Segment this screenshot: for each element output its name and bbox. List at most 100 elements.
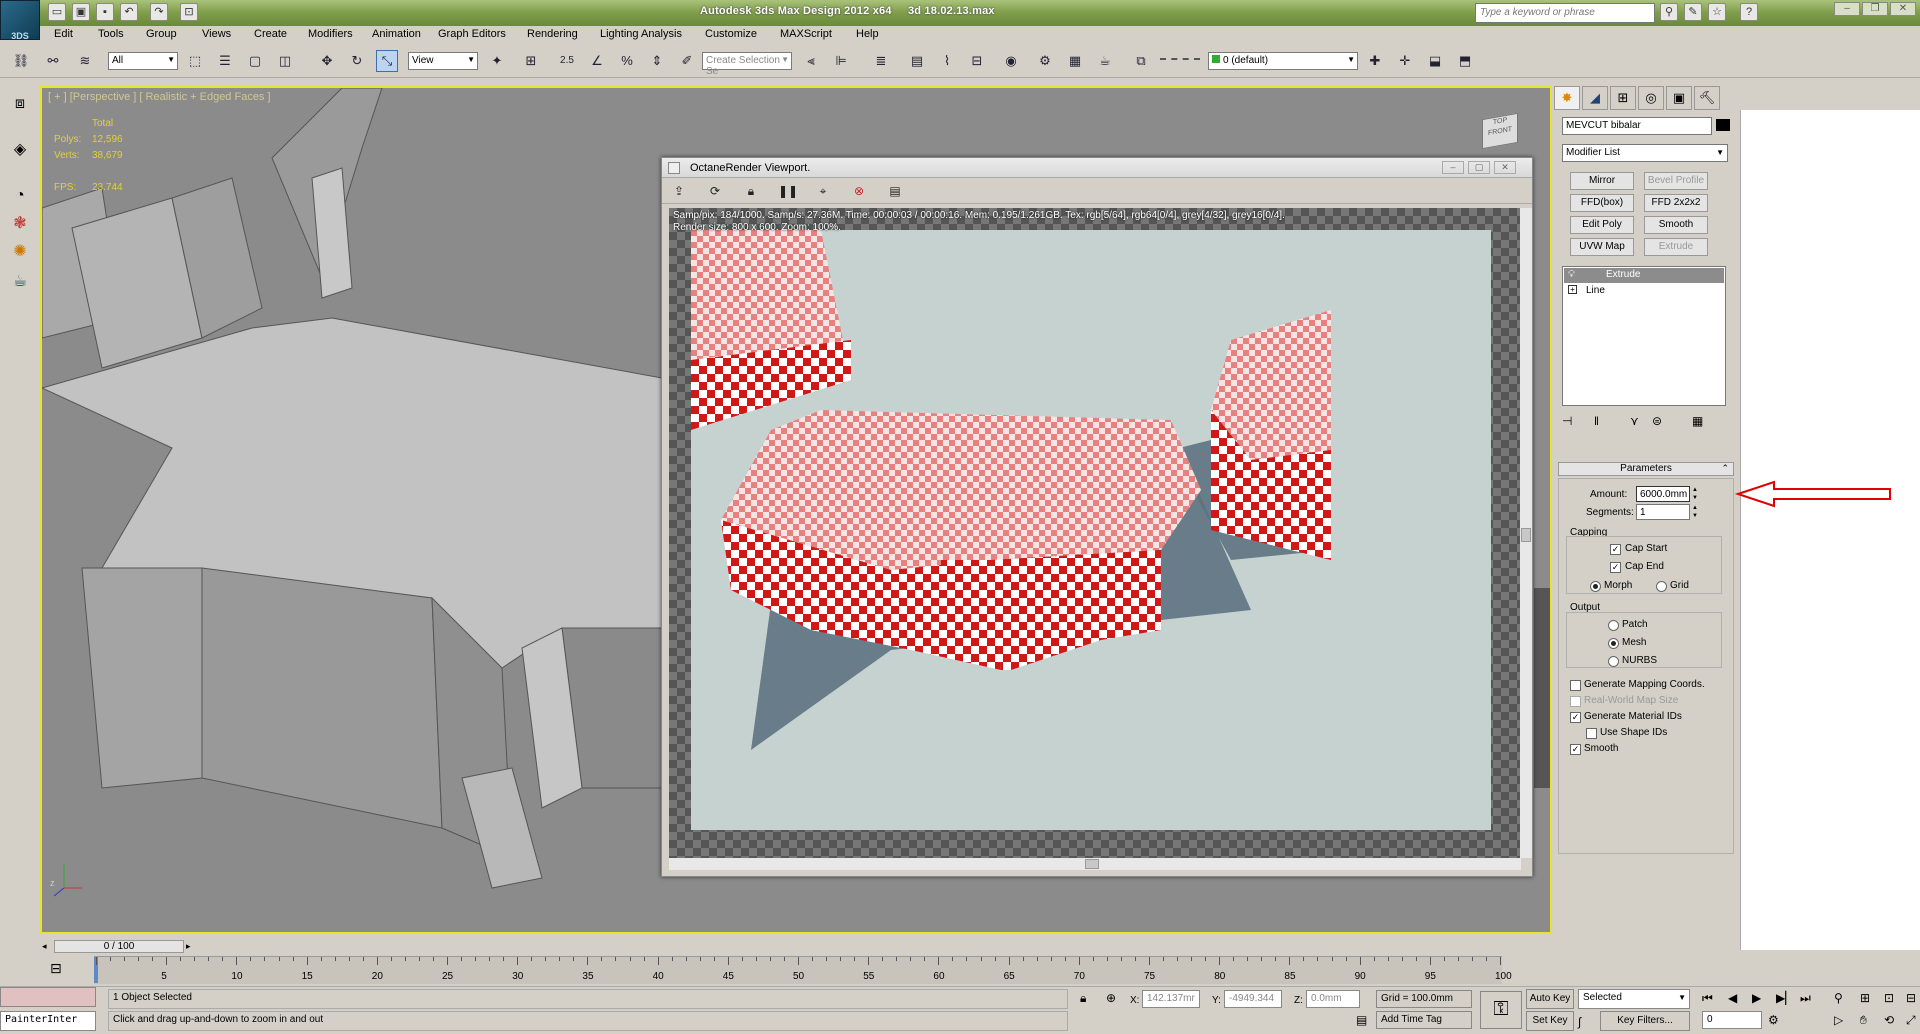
menu-tools[interactable]: Tools	[98, 28, 124, 40]
hierarchy-tab-icon[interactable]: ⊞	[1610, 86, 1636, 110]
unlink-icon[interactable]: ⚯	[42, 50, 64, 72]
bind-spacewarp-icon[interactable]: ≋	[74, 50, 96, 72]
rendered-frame-window-icon[interactable]: ▦	[1064, 50, 1086, 72]
octane-stop-icon[interactable]: ⊗	[850, 182, 868, 200]
modifier-button-mirror[interactable]: Mirror	[1570, 172, 1634, 190]
modifier-list-dropdown[interactable]: Modifier List ▼	[1562, 144, 1728, 162]
configure-modifier-sets-icon[interactable]: ▦	[1692, 414, 1703, 428]
help-icon[interactable]: ?	[1740, 3, 1758, 21]
menu-graph-editors[interactable]: Graph Editors	[438, 28, 506, 40]
time-next-arrow[interactable]: ▸	[186, 941, 191, 952]
octane-close-button[interactable]: ✕	[1494, 161, 1516, 174]
selection-lock-icon[interactable]: 🔒︎	[1080, 991, 1086, 1006]
octane-maximize-button[interactable]: ▢	[1468, 161, 1490, 174]
current-layer-dropdown[interactable]: 0 (default) ▼	[1208, 52, 1358, 70]
restore-window-button[interactable]: ❐	[1862, 2, 1888, 16]
octane-lock-icon[interactable]: 🔒︎	[742, 182, 760, 200]
next-frame-icon[interactable]: ▶▏	[1776, 991, 1794, 1005]
maximize-viewport-icon[interactable]: ⤢	[1906, 1013, 1916, 1028]
mesh-radio[interactable]	[1608, 638, 1619, 649]
pin-stack-icon[interactable]: ⊣	[1562, 414, 1572, 428]
project-folder-icon[interactable]: ⊡	[180, 3, 198, 21]
generate-mapping-checkbox[interactable]	[1570, 680, 1581, 691]
use-shape-ids-checkbox[interactable]	[1586, 728, 1597, 739]
zoom-icon[interactable]: ⚲	[1834, 991, 1843, 1005]
set-current-layer-icon[interactable]: ⬒	[1454, 50, 1476, 72]
modify-tab-icon[interactable]: ◢	[1582, 86, 1608, 110]
named-selection-set-dropdown[interactable]: Create Selection Se ▼	[702, 52, 792, 77]
rotate-icon[interactable]: ↻	[346, 50, 368, 72]
amount-input[interactable]: 6000.0mm	[1636, 486, 1690, 502]
scale-icon[interactable]: ⤡	[376, 50, 398, 72]
menu-animation[interactable]: Animation	[372, 28, 421, 40]
particles-icon[interactable]: ❃	[8, 212, 32, 236]
grid-radio[interactable]	[1656, 581, 1667, 592]
zoom-extents-all-icon[interactable]: ⊟	[1906, 991, 1916, 1005]
modifier-button-ffd-2x2x2[interactable]: FFD 2x2x2	[1644, 194, 1708, 212]
save-icon[interactable]: ▪	[96, 3, 114, 21]
favorites-star-icon[interactable]: ☆	[1708, 3, 1726, 21]
teapot-icon[interactable]: ☕	[8, 270, 32, 294]
material-editor-icon[interactable]: ◉	[1000, 50, 1022, 72]
modifier-stack[interactable]: 💡︎ Extrude + Line	[1562, 266, 1726, 406]
show-end-result-icon[interactable]: ‖	[1594, 414, 1599, 428]
nurbs-container-icon[interactable]: ⧈	[8, 92, 32, 116]
time-tag-icon[interactable]: ▤	[1356, 1013, 1367, 1027]
modifier-button-edit-poly[interactable]: Edit Poly	[1570, 216, 1634, 234]
menu-views[interactable]: Views	[202, 28, 231, 40]
make-unique-icon[interactable]: ⋎	[1630, 414, 1639, 428]
stack-item-extrude[interactable]: 💡︎ Extrude	[1564, 268, 1724, 283]
menu-create[interactable]: Create	[254, 28, 287, 40]
octane-horizontal-scrollbar[interactable]	[669, 858, 1521, 870]
graphite-ribbon-icon[interactable]: ▤	[906, 50, 928, 72]
octane-vertical-scrollbar[interactable]	[1520, 208, 1532, 858]
close-window-button[interactable]: ✕	[1890, 2, 1916, 16]
percent-snap-icon[interactable]: %	[616, 50, 638, 72]
cap-start-checkbox[interactable]: ✓	[1610, 544, 1621, 555]
time-configuration-icon[interactable]: ⚙	[1768, 1013, 1779, 1027]
effects-icon[interactable]: ✺	[8, 240, 32, 264]
morph-radio[interactable]	[1590, 581, 1601, 592]
y-coord-field[interactable]: -4949.344	[1224, 990, 1282, 1008]
schematic-view-icon[interactable]: ⊟	[966, 50, 988, 72]
mini-curve-editor-icon[interactable]: ⊟	[50, 960, 62, 977]
menu-maxscript[interactable]: MAXScript	[780, 28, 832, 40]
layers-toolbar-icon[interactable]: ⧉	[1130, 50, 1152, 72]
track-bar[interactable]: 5 10 15 20 25 30 35 40 45 50 55 60 65 70 75 80 85 90 95 100	[94, 956, 1512, 984]
time-slider[interactable]: ◂ 0 / 100 ▸	[40, 940, 1552, 954]
octane-settings-icon[interactable]: ▤	[886, 182, 904, 200]
octane-vscroll-thumb[interactable]	[1521, 528, 1531, 542]
angle-snap-icon[interactable]: ∠	[586, 50, 608, 72]
new-file-icon[interactable]: ▭	[48, 3, 66, 21]
amount-spinner[interactable]: ▲ ▼	[1692, 486, 1700, 502]
maxscript-mini-input[interactable]: PainterInter	[0, 1011, 96, 1031]
nurbs-radio[interactable]	[1608, 656, 1619, 667]
select-by-name-icon[interactable]: ☰	[214, 50, 236, 72]
octane-send-scene-icon[interactable]: ⇪	[670, 182, 688, 200]
absolute-mode-icon[interactable]: ⊕	[1106, 991, 1116, 1005]
previous-frame-icon[interactable]: ◀	[1728, 991, 1737, 1005]
octane-title-bar[interactable]: OctaneRender Viewport. – ▢ ✕	[662, 158, 1532, 178]
display-tab-icon[interactable]: ▣	[1666, 86, 1692, 110]
menu-help[interactable]: Help	[856, 28, 879, 40]
add-time-tag-button[interactable]: Add Time Tag	[1376, 1011, 1472, 1029]
field-of-view-icon[interactable]: ▷	[1834, 1013, 1843, 1027]
octane-minimize-button[interactable]: –	[1442, 161, 1464, 174]
play-icon[interactable]: ▶	[1752, 991, 1761, 1005]
modifier-button-extrude[interactable]: Extrude	[1644, 238, 1708, 256]
remove-modifier-icon[interactable]: ⊜	[1652, 414, 1662, 428]
menu-customize[interactable]: Customize	[705, 28, 757, 40]
curve-editor-icon[interactable]: ⌇	[936, 50, 958, 72]
key-filters-button[interactable]: Key Filters...	[1600, 1011, 1690, 1031]
menu-lighting-analysis[interactable]: Lighting Analysis	[600, 28, 682, 40]
mirror-icon[interactable]: ⫷	[800, 50, 822, 72]
real-world-checkbox[interactable]	[1570, 696, 1581, 707]
create-layer-icon[interactable]: ✛	[1394, 50, 1416, 72]
edit-named-selection-icon[interactable]: ✐	[676, 50, 698, 72]
search-input[interactable]: Type a keyword or phrase	[1475, 3, 1655, 23]
z-coord-field[interactable]: 0.0mm	[1306, 990, 1360, 1008]
pan-hand-icon[interactable]: ✋︎	[1860, 1013, 1867, 1028]
align-icon[interactable]: ⊫	[830, 50, 852, 72]
time-slider-thumb[interactable]: 0 / 100	[54, 940, 184, 953]
modifier-button-uvw-map[interactable]: UVW Map	[1570, 238, 1634, 256]
